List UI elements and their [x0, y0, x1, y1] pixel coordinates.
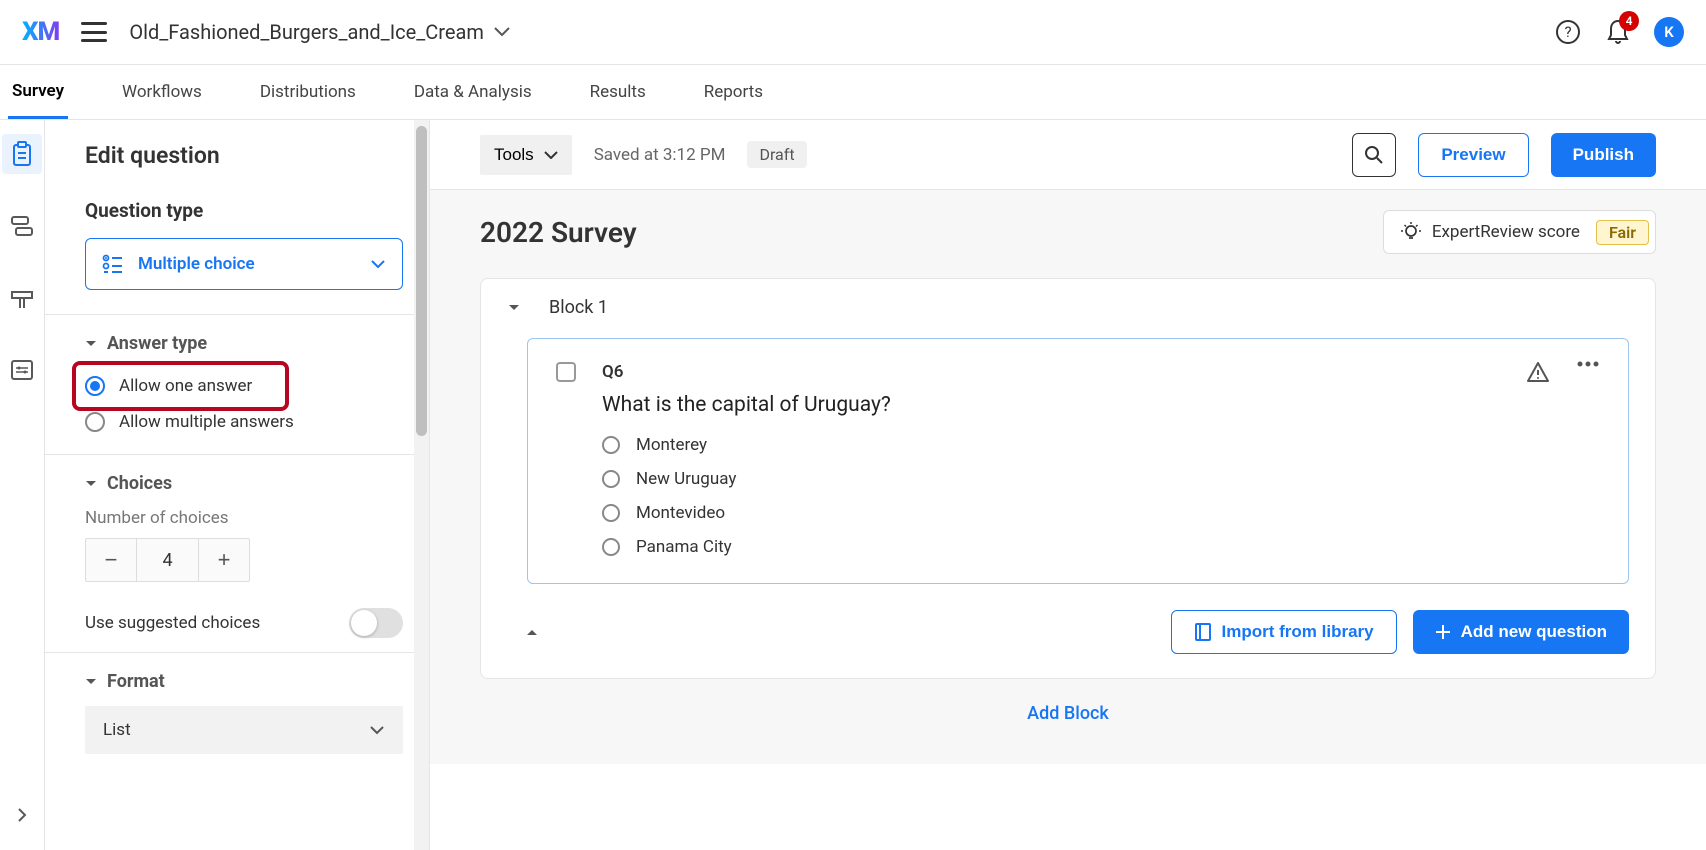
bell-icon[interactable]: 4	[1604, 18, 1632, 46]
expert-score-value: Fair	[1596, 220, 1649, 245]
question-code: Q6	[602, 362, 623, 382]
canvas-toolbar: Tools Saved at 3:12 PM Draft Preview Pub…	[430, 120, 1706, 190]
answer-type-header[interactable]: Answer type	[85, 333, 403, 354]
survey-canvas: Tools Saved at 3:12 PM Draft Preview Pub…	[430, 120, 1706, 850]
stepper-value: 4	[136, 539, 199, 581]
allow-multiple-answers-radio[interactable]: Allow multiple answers	[85, 404, 403, 440]
question-type-selector[interactable]: Multiple choice	[85, 238, 403, 290]
question-option[interactable]: New Uruguay	[602, 469, 1600, 489]
edit-panel-title: Edit question	[85, 142, 403, 169]
caret-down-icon	[85, 340, 97, 348]
search-button[interactable]	[1352, 133, 1396, 177]
caret-down-icon	[85, 678, 97, 686]
format-select[interactable]: List	[85, 706, 403, 754]
user-avatar[interactable]: K	[1654, 17, 1684, 47]
question-option[interactable]: Montevideo	[602, 503, 1600, 523]
rail-flow-icon[interactable]	[2, 206, 42, 246]
question-card[interactable]: Q6 What is the capital of Uruguay? Monte…	[527, 338, 1629, 584]
import-from-library-button[interactable]: Import from library	[1171, 610, 1397, 654]
num-choices-label: Number of choices	[85, 508, 403, 528]
chevron-down-icon	[494, 27, 510, 37]
question-option[interactable]: Panama City	[602, 537, 1600, 557]
radio-icon	[602, 504, 620, 522]
radio-icon	[602, 436, 620, 454]
radio-icon	[602, 470, 620, 488]
choices-section: Choices Number of choices − 4 + Use sugg…	[45, 454, 429, 652]
project-name-dropdown[interactable]: Old_Fashioned_Burgers_and_Ice_Cream	[129, 20, 510, 44]
format-section: Format List	[45, 652, 429, 768]
allow-one-answer-radio[interactable]: Allow one answer	[79, 368, 282, 404]
help-icon[interactable]: ?	[1554, 18, 1582, 46]
question-block: Block 1 Q6 What is the capital of Ur	[480, 278, 1656, 679]
main-tabs: Survey Workflows Distributions Data & An…	[0, 65, 1706, 120]
draft-chip: Draft	[747, 141, 806, 168]
project-name: Old_Fashioned_Burgers_and_Ice_Cream	[129, 20, 484, 44]
expert-review-score[interactable]: ExpertReview score Fair	[1383, 210, 1656, 254]
top-header: XM Old_Fashioned_Burgers_and_Ice_Cream ?…	[0, 0, 1706, 65]
radio-icon	[602, 538, 620, 556]
answer-type-section: Answer type Allow one answer Allow multi…	[45, 314, 429, 454]
radio-off-icon	[85, 412, 105, 432]
library-icon	[1194, 622, 1212, 642]
plus-icon	[1435, 624, 1451, 640]
block-label[interactable]: Block 1	[549, 297, 608, 318]
num-choices-stepper: − 4 +	[85, 538, 250, 582]
question-text[interactable]: What is the capital of Uruguay?	[602, 393, 1600, 417]
xm-logo[interactable]: XM	[22, 17, 59, 47]
publish-button[interactable]: Publish	[1551, 133, 1656, 177]
left-rail	[0, 120, 45, 850]
rail-survey-icon[interactable]	[2, 134, 42, 174]
rail-look-feel-icon[interactable]	[2, 278, 42, 318]
edit-panel-scrollbar[interactable]	[414, 120, 429, 850]
saved-status: Saved at 3:12 PM	[594, 145, 726, 165]
suggested-choices-toggle[interactable]	[349, 608, 403, 638]
warning-icon[interactable]	[1526, 361, 1550, 383]
tools-dropdown[interactable]: Tools	[480, 135, 572, 175]
suggested-choices-label: Use suggested choices	[85, 613, 260, 633]
tab-data-analysis[interactable]: Data & Analysis	[410, 65, 536, 119]
tab-survey[interactable]: Survey	[8, 65, 68, 119]
tab-results[interactable]: Results	[586, 65, 650, 119]
format-header[interactable]: Format	[85, 671, 403, 692]
notification-badge: 4	[1619, 11, 1639, 31]
lightbulb-icon	[1400, 221, 1422, 243]
tab-workflows[interactable]: Workflows	[118, 65, 206, 119]
caret-down-icon	[85, 480, 97, 488]
tab-reports[interactable]: Reports	[700, 65, 767, 119]
edit-panel: Edit question Question type Multiple cho…	[45, 120, 430, 850]
more-icon[interactable]	[1576, 361, 1600, 367]
multiple-choice-icon	[102, 254, 124, 274]
survey-title[interactable]: 2022 Survey	[480, 216, 637, 249]
question-option[interactable]: Monterey	[602, 435, 1600, 455]
radio-on-icon	[85, 376, 105, 396]
tab-distributions[interactable]: Distributions	[256, 65, 360, 119]
stepper-plus[interactable]: +	[199, 539, 249, 581]
rail-expand-icon[interactable]	[2, 795, 42, 835]
caret-down-icon[interactable]	[507, 303, 521, 313]
rail-options-icon[interactable]	[2, 350, 42, 390]
stepper-minus[interactable]: −	[86, 539, 136, 581]
chevron-down-icon	[544, 151, 558, 159]
question-checkbox[interactable]	[556, 362, 576, 382]
chevron-down-icon	[369, 725, 385, 735]
add-block-link[interactable]: Add Block	[1027, 703, 1109, 724]
menu-icon[interactable]	[81, 22, 107, 42]
question-type-value: Multiple choice	[138, 254, 255, 274]
svg-text:?: ?	[1564, 23, 1571, 41]
add-new-question-button[interactable]: Add new question	[1413, 610, 1629, 654]
choices-header[interactable]: Choices	[85, 473, 403, 494]
preview-button[interactable]: Preview	[1418, 133, 1528, 177]
question-type-heading: Question type	[85, 199, 403, 222]
caret-up-icon[interactable]	[525, 627, 539, 637]
chevron-down-icon	[370, 259, 386, 269]
search-icon	[1364, 145, 1384, 165]
